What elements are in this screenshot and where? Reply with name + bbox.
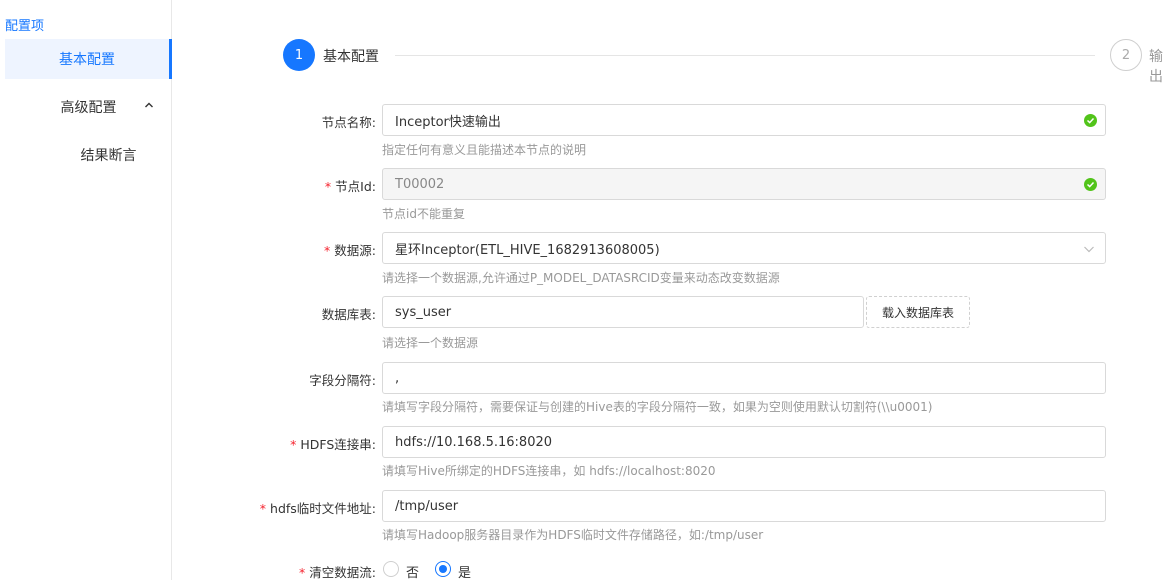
sidebar-item-label: 结果断言 [80,148,137,164]
valid-check-icon [1084,114,1097,127]
tmp-path-hint: 请填写Hadoop服务器目录作为HDFS临时文件存储路径，如:/tmp/user [382,528,764,542]
clear-yes-label: 是 [458,566,472,580]
datasource-hint: 请选择一个数据源,允许通过P_MODEL_DATASRCID变量来动态改变数据源 [382,271,780,285]
table-label: 数据库表: [321,307,376,322]
datasource-label: * 数据源: [324,243,376,258]
chevron-down-icon [1084,246,1094,253]
chevron-up-icon [145,102,153,108]
config-sidebar: 配置项 基本配置 高级配置 结果断言 [0,0,172,580]
clear-no-radio[interactable] [383,561,399,577]
step-2-indicator[interactable]: 2 [1110,39,1142,71]
delimiter-label: 字段分隔符: [309,373,376,388]
delimiter-hint: 请填写字段分隔符，需要保证与创建的Hive表的字段分隔符一致，如果为空则使用默认… [382,400,933,414]
clear-yes-radio[interactable] [435,561,451,577]
hdfs-input[interactable]: hdfs://10.168.5.16:8020 [382,426,1106,458]
hdfs-hint: 请填写Hive所绑定的HDFS连接串，如 hdfs://localhost:80… [382,464,716,478]
node-name-label: 节点名称: [321,115,376,130]
node-name-hint: 指定任何有意义且能描述本节点的说明 [382,143,587,157]
node-id-hint: 节点id不能重复 [382,207,465,221]
table-input[interactable]: sys_user [382,296,864,328]
step-1-label[interactable]: 基本配置 [323,46,379,66]
step-connector [395,55,1095,56]
step-2-label[interactable]: 输出 [1149,46,1176,86]
datasource-select[interactable]: 星环Inceptor(ETL_HIVE_1682913608005) [382,232,1106,264]
clear-no-label: 否 [406,566,420,580]
tmp-path-label: * hdfs临时文件地址: [259,501,376,516]
table-hint: 请选择一个数据源 [382,336,479,350]
delimiter-input[interactable]: , [382,362,1106,394]
node-id-label: * 节点Id: [324,179,376,194]
sidebar-item-label: 高级配置 [60,100,117,116]
clear-label: * 清空数据流: [299,565,376,580]
node-id-input: T00002 [382,168,1106,200]
sidebar-item-advanced-config[interactable]: 高级配置 [5,87,172,127]
load-tables-button[interactable]: 载入数据库表 [866,296,970,328]
hdfs-label: * HDFS连接串: [290,437,376,452]
sidebar-item-basic-config[interactable]: 基本配置 [5,39,172,79]
tmp-path-input[interactable]: /tmp/user [382,490,1106,522]
sidebar-title: 配置项 [5,19,45,34]
sidebar-item-result-assertion[interactable]: 结果断言 [25,135,192,175]
sidebar-item-label: 基本配置 [59,52,115,68]
valid-check-icon [1084,178,1097,191]
node-name-input[interactable]: Inceptor快速输出 [382,104,1106,136]
step-1-indicator[interactable]: 1 [283,39,315,71]
